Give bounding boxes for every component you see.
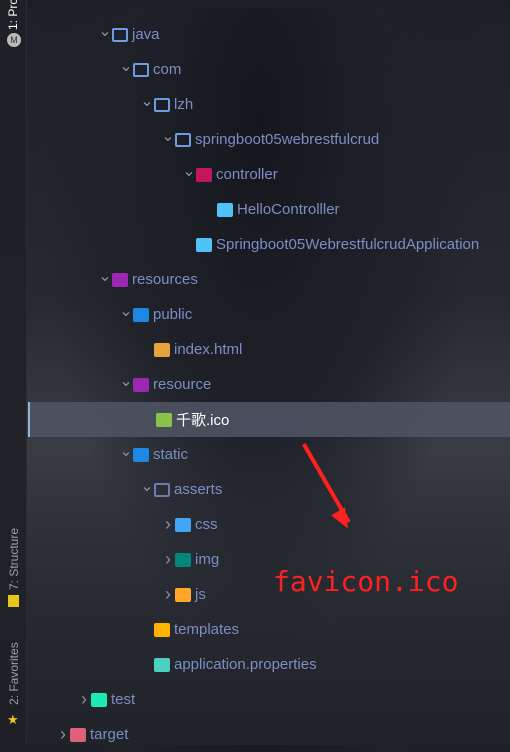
html5-icon — [154, 342, 170, 357]
tree-node[interactable]: › css — [28, 507, 510, 542]
chevron-down-icon[interactable]: ⌄ — [161, 126, 175, 146]
tree-node[interactable]: HelloControlller — [28, 192, 510, 227]
tree-node[interactable]: ⌄ java — [28, 17, 510, 52]
tree-node[interactable]: Springboot05WebrestfulcrudApplication — [28, 227, 510, 262]
tree-node[interactable]: ⌄ com — [28, 52, 510, 87]
folder-icon — [175, 132, 191, 147]
tree-node[interactable]: ⌄ static — [28, 437, 510, 472]
tree-node-label: js — [195, 586, 206, 603]
public-folder-icon — [133, 307, 149, 322]
folder-icon — [112, 27, 128, 42]
tree-node[interactable]: application.properties — [28, 647, 510, 682]
folder-icon — [133, 62, 149, 77]
chevron-down-icon[interactable]: ⌄ — [98, 21, 112, 41]
chevron-down-icon[interactable]: ⌄ — [119, 371, 133, 391]
js-folder-icon — [175, 587, 191, 602]
maven-icon[interactable]: M — [7, 33, 21, 47]
folder-icon — [154, 482, 170, 497]
chevron-right-icon[interactable]: › — [161, 514, 175, 535]
tree-node-label: springboot05webrestfulcrud — [195, 131, 380, 148]
tree-node[interactable]: ⌄ resource — [28, 367, 510, 402]
templates-folder-icon — [154, 622, 170, 637]
tree-node[interactable]: 千歌.ico — [28, 402, 510, 437]
excluded-folder-icon — [70, 727, 86, 742]
tree-node-label: Springboot05WebrestfulcrudApplication — [216, 236, 480, 253]
chevron-right-icon[interactable]: › — [56, 724, 70, 745]
project-tab[interactable]: 1: Project — [6, 0, 20, 30]
tree-node[interactable]: ⌄ resources — [28, 262, 510, 297]
class-icon — [217, 202, 233, 217]
tree-node-label: com — [153, 61, 182, 78]
chevron-down-icon[interactable]: ⌄ — [119, 56, 133, 76]
chevron-right-icon[interactable]: › — [161, 549, 175, 570]
tree-node[interactable]: ⌄ public — [28, 297, 510, 332]
tree-node-label: index.html — [174, 341, 243, 358]
resources-folder-icon — [133, 377, 149, 392]
tree-node-label: application.properties — [174, 656, 317, 673]
favorites-tab[interactable]: 2: Favorites — [7, 642, 21, 705]
chevron-right-icon[interactable]: › — [161, 584, 175, 605]
image-file-icon — [156, 412, 172, 427]
chevron-down-icon[interactable]: ⌄ — [182, 161, 196, 181]
test-folder-icon — [91, 692, 107, 707]
tree-node[interactable]: ⌄ asserts — [28, 472, 510, 507]
structure-tab[interactable]: 7: Structure — [7, 528, 21, 590]
css-folder-icon — [175, 517, 191, 532]
img-folder-icon — [175, 552, 191, 567]
tree-node-label: asserts — [174, 481, 223, 498]
tree-node-label: resources — [132, 271, 198, 288]
tree-node[interactable]: ⌄ lzh — [28, 87, 510, 122]
tree-node-label: resource — [153, 376, 212, 393]
tree-node[interactable]: templates — [28, 612, 510, 647]
tree-node-label: test — [111, 691, 136, 708]
tree-node-label: img — [195, 551, 220, 568]
properties-icon — [154, 657, 170, 672]
star-icon: ★ — [7, 712, 19, 727]
tree-node-label: target — [90, 726, 129, 743]
tree-node-label: HelloControlller — [237, 201, 340, 218]
tree-node-label: css — [195, 516, 218, 533]
spring-app-icon — [196, 237, 212, 252]
toolbar-strip — [27, 0, 510, 8]
tree-node[interactable]: index.html — [28, 332, 510, 367]
tool-window-sidebar: 1: Project M 7: Structure 2: Favorites ★ — [0, 0, 27, 745]
tree-node-label: templates — [174, 621, 240, 638]
tree-node[interactable]: ⌄ springboot05webrestfulcrud — [28, 122, 510, 157]
chevron-down-icon[interactable]: ⌄ — [119, 441, 133, 461]
tree-node-label: public — [153, 306, 193, 323]
chevron-down-icon[interactable]: ⌄ — [119, 301, 133, 321]
annotation-text: favicon.ico — [273, 565, 459, 598]
public-folder-icon — [133, 447, 149, 462]
tree-node-label: static — [153, 446, 189, 463]
tree-node[interactable]: › test — [28, 682, 510, 717]
chevron-down-icon[interactable]: ⌄ — [98, 266, 112, 286]
tree-node-label: java — [132, 26, 160, 43]
controller-folder-icon — [196, 167, 212, 182]
folder-icon — [154, 97, 170, 112]
chevron-down-icon[interactable]: ⌄ — [140, 476, 154, 496]
structure-icon — [8, 595, 19, 607]
tree-node[interactable]: › target — [28, 717, 510, 752]
chevron-right-icon[interactable]: › — [77, 689, 91, 710]
tree-node-label: controller — [216, 166, 278, 183]
chevron-down-icon[interactable]: ⌄ — [140, 91, 154, 111]
tree-node-label: 千歌.ico — [176, 412, 230, 429]
resources-folder-icon — [112, 272, 128, 287]
tree-node-label: lzh — [174, 96, 194, 113]
tree-node[interactable]: ⌄ controller — [28, 157, 510, 192]
